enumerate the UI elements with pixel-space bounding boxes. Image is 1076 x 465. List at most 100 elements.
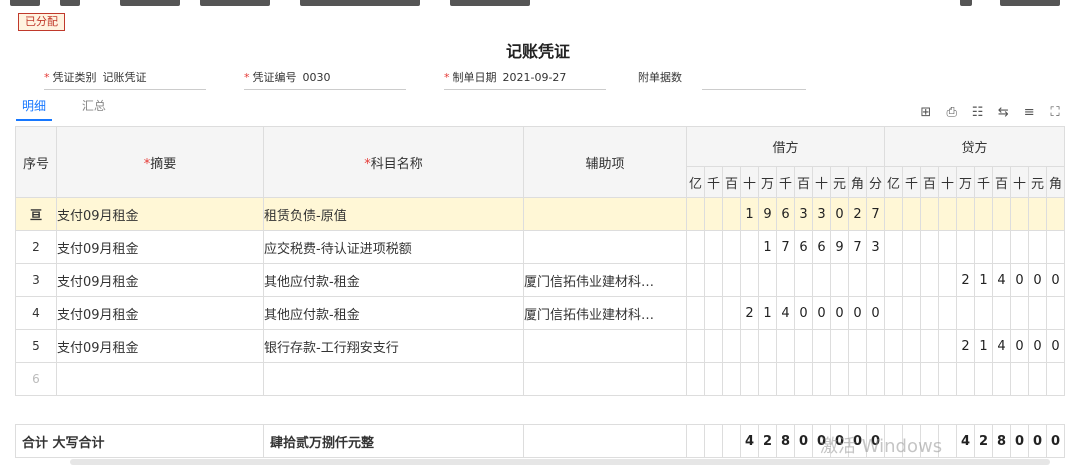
credit-digit-cell[interactable]: 0 (1046, 329, 1065, 363)
credit-digit-cell[interactable] (956, 296, 975, 330)
table-row[interactable]: 亘支付09月租金 租赁负债-原值 1 9 6 3 3 0 2 7 (15, 197, 1065, 231)
credit-digit-cell[interactable] (920, 329, 939, 363)
debit-digit-cell[interactable]: 6 (812, 230, 831, 264)
credit-digit-cell[interactable] (1046, 197, 1065, 231)
debit-digit-cell[interactable] (794, 329, 813, 363)
credit-digit-cell[interactable]: 4 (992, 329, 1011, 363)
credit-digit-cell[interactable] (920, 197, 939, 231)
debit-digit-cell[interactable]: 4 (776, 296, 795, 330)
credit-digit-cell[interactable] (1010, 197, 1029, 231)
credit-digit-cell[interactable] (938, 230, 957, 264)
account-cell[interactable]: 租赁负债-原值 (263, 197, 524, 231)
debit-digit-cell[interactable] (686, 329, 705, 363)
credit-digit-cell[interactable]: 2 (956, 329, 975, 363)
adjust-icon[interactable]: ≡ (1018, 104, 1040, 122)
debit-digit-cell[interactable]: 2 (848, 197, 867, 231)
debit-digit-cell[interactable] (686, 296, 705, 330)
credit-digit-cell[interactable] (902, 197, 921, 231)
debit-digit-cell[interactable]: 7 (776, 230, 795, 264)
account-cell[interactable]: 应交税费-待认证进项税额 (263, 230, 524, 264)
debit-digit-cell[interactable] (704, 329, 723, 363)
debit-digit-cell[interactable]: 0 (830, 197, 849, 231)
debit-digit-cell[interactable]: 9 (758, 197, 777, 231)
transfer-icon[interactable]: ⇆ (992, 104, 1014, 122)
credit-digit-cell[interactable] (974, 230, 993, 264)
debit-digit-cell[interactable]: 0 (848, 296, 867, 330)
date-field[interactable]: * 制单日期 2021-09-27 (444, 70, 606, 90)
credit-digit-cell[interactable] (938, 197, 957, 231)
debit-digit-cell[interactable] (866, 329, 885, 363)
table-row[interactable]: 5 支付09月租金 银行存款-工行翔安支行 2 1 4 0 0 0 (15, 329, 1065, 363)
debit-digit-cell[interactable] (812, 329, 831, 363)
credit-digit-cell[interactable] (992, 296, 1011, 330)
credit-digit-cell[interactable] (884, 230, 903, 264)
credit-digit-cell[interactable] (1028, 197, 1047, 231)
credit-digit-cell[interactable] (884, 263, 903, 297)
credit-digit-cell[interactable] (920, 230, 939, 264)
debit-digit-cell[interactable] (686, 230, 705, 264)
debit-digit-cell[interactable] (812, 263, 831, 297)
credit-digit-cell[interactable]: 0 (1028, 263, 1047, 297)
debit-digit-cell[interactable] (758, 329, 777, 363)
credit-digit-cell[interactable]: 1 (974, 329, 993, 363)
credit-digit-cell[interactable] (1010, 362, 1029, 396)
summary-cell[interactable]: 支付09月租金 (56, 329, 264, 363)
credit-digit-cell[interactable] (974, 197, 993, 231)
credit-digit-cell[interactable] (992, 230, 1011, 264)
credit-digit-cell[interactable] (902, 329, 921, 363)
debit-digit-cell[interactable] (776, 263, 795, 297)
summary-cell[interactable]: 支付09月租金 (56, 230, 264, 264)
summary-cell[interactable]: 支付09月租金 (56, 197, 264, 231)
debit-digit-cell[interactable] (704, 263, 723, 297)
debit-digit-cell[interactable] (740, 230, 759, 264)
credit-digit-cell[interactable] (992, 197, 1011, 231)
tab-summary[interactable]: 汇总 (76, 95, 112, 116)
debit-digit-cell[interactable] (830, 329, 849, 363)
debit-digit-cell[interactable] (704, 230, 723, 264)
credit-digit-cell[interactable] (884, 296, 903, 330)
attachments-field[interactable]: 附单据数 (638, 70, 806, 90)
debit-digit-cell[interactable] (776, 362, 795, 396)
debit-digit-cell[interactable]: 0 (812, 296, 831, 330)
credit-digit-cell[interactable] (992, 362, 1011, 396)
table-row[interactable]: 3 支付09月租金 其他应付款-租金 厦门信拓伟业建材科… 2 1 4 0 0 0 (15, 263, 1065, 297)
print-icon[interactable]: ⎙ (941, 104, 963, 122)
credit-digit-cell[interactable] (902, 362, 921, 396)
debit-digit-cell[interactable]: 0 (866, 296, 885, 330)
account-cell[interactable]: 其他应付款-租金 (263, 296, 524, 330)
credit-digit-cell[interactable] (1010, 296, 1029, 330)
credit-digit-cell[interactable] (938, 296, 957, 330)
debit-digit-cell[interactable] (722, 263, 741, 297)
debit-digit-cell[interactable] (812, 362, 831, 396)
debit-digit-cell[interactable]: 7 (866, 197, 885, 231)
debit-digit-cell[interactable]: 3 (812, 197, 831, 231)
credit-digit-cell[interactable]: 2 (956, 263, 975, 297)
debit-digit-cell[interactable] (866, 362, 885, 396)
aux-cell[interactable] (523, 329, 687, 363)
credit-digit-cell[interactable]: 0 (1010, 263, 1029, 297)
debit-digit-cell[interactable] (794, 362, 813, 396)
debit-digit-cell[interactable] (740, 263, 759, 297)
layout-icon[interactable]: ☷ (967, 104, 989, 122)
debit-digit-cell[interactable] (722, 329, 741, 363)
voucher-type-field[interactable]: * 凭证类别 记账凭证 (44, 70, 206, 90)
debit-digit-cell[interactable]: 9 (830, 230, 849, 264)
horizontal-scrollbar[interactable] (70, 459, 1050, 465)
debit-digit-cell[interactable] (794, 263, 813, 297)
aux-cell[interactable]: 厦门信拓伟业建材科… (523, 263, 687, 297)
debit-digit-cell[interactable] (758, 362, 777, 396)
debit-digit-cell[interactable]: 7 (848, 230, 867, 264)
debit-digit-cell[interactable] (722, 230, 741, 264)
debit-digit-cell[interactable]: 1 (740, 197, 759, 231)
debit-digit-cell[interactable] (704, 362, 723, 396)
debit-digit-cell[interactable]: 0 (794, 296, 813, 330)
aux-cell[interactable]: 厦门信拓伟业建材科… (523, 296, 687, 330)
debit-digit-cell[interactable] (722, 197, 741, 231)
credit-digit-cell[interactable]: 0 (1046, 263, 1065, 297)
debit-digit-cell[interactable] (776, 329, 795, 363)
fullscreen-icon[interactable]: ⛶ (1044, 104, 1066, 122)
credit-digit-cell[interactable] (938, 362, 957, 396)
credit-digit-cell[interactable] (956, 230, 975, 264)
debit-digit-cell[interactable]: 6 (776, 197, 795, 231)
debit-digit-cell[interactable]: 1 (758, 230, 777, 264)
